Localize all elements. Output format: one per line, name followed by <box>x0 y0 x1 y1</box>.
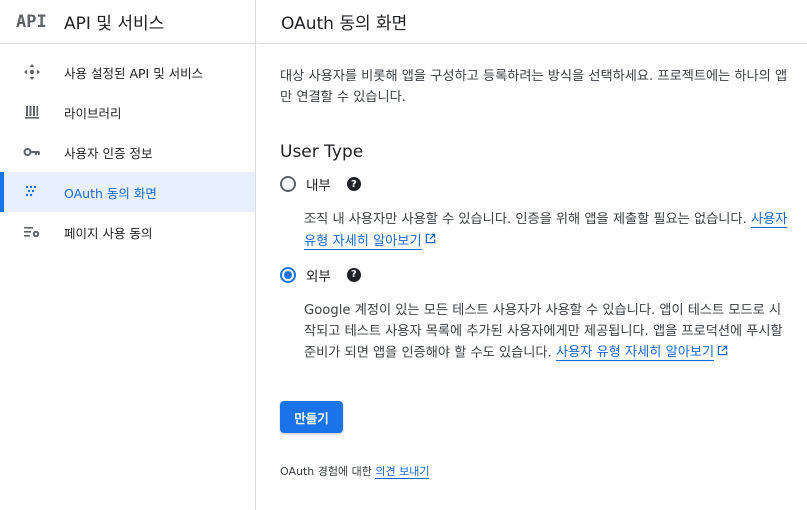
sidebar-item-library[interactable]: 라이브러리 <box>0 92 255 132</box>
option-external-label: 외부 <box>306 268 331 285</box>
page-title: OAuth 동의 화면 <box>257 0 807 44</box>
sidebar-item-label: 라이브러리 <box>64 105 122 121</box>
option-internal-description: 조직 내 사용자만 사용할 수 있습니다. 인증을 위해 앱을 제출할 필요는 … <box>304 209 788 252</box>
api-logo: API <box>16 11 47 32</box>
feedback-line: OAuth 경험에 대한 의견 보내기 <box>280 463 789 479</box>
create-button[interactable]: 만들기 <box>280 401 343 433</box>
radio-external[interactable] <box>280 266 296 283</box>
sidebar-item-label: 사용 설정된 API 및 서비스 <box>64 65 204 81</box>
help-icon[interactable]: ? <box>346 267 361 282</box>
option-internal-label: 내부 <box>306 178 331 194</box>
sidebar-header: API API 및 서비스 <box>0 0 255 44</box>
help-icon[interactable]: ? <box>346 177 361 191</box>
sidebar-nav: 사용 설정된 API 및 서비스 라이브러리 사용자 인증 정보 OAuth 동… <box>0 52 255 252</box>
sidebar-title: API 및 서비스 <box>64 14 165 34</box>
intro-text: 대상 사용자를 비롯해 앱을 구성하고 등록하려는 방식을 선택하세요. 프로젝… <box>280 69 788 105</box>
send-feedback-link[interactable]: 의견 보내기 <box>375 465 430 479</box>
learn-more-link[interactable]: 사용자 유형 자세히 알아보기 <box>555 345 715 361</box>
content: 대상 사용자를 비롯해 앱을 구성하고 등록하려는 방식을 선택하세요. 프로젝… <box>257 66 807 479</box>
consent-dots-icon <box>22 182 42 202</box>
settings-list-icon <box>22 222 42 242</box>
sidebar: API API 및 서비스 사용 설정된 API 및 서비스 라이브러리 사용자… <box>0 0 256 510</box>
sidebar-item-page-consent[interactable]: 페이지 사용 동의 <box>0 212 255 252</box>
radio-internal[interactable] <box>280 176 296 192</box>
description-text: 조직 내 사용자만 사용할 수 있습니다. 인증을 위해 앱을 제출할 필요는 … <box>304 212 747 227</box>
sidebar-item-label: 사용자 인증 정보 <box>64 145 153 161</box>
external-link-icon <box>425 230 436 251</box>
sidebar-item-enabled-apis[interactable]: 사용 설정된 API 및 서비스 <box>0 52 255 92</box>
key-icon <box>22 142 42 162</box>
sidebar-item-label: OAuth 동의 화면 <box>64 185 157 201</box>
feedback-prefix: OAuth 경험에 대한 <box>280 465 372 478</box>
sidebar-item-label: 페이지 사용 동의 <box>64 225 153 241</box>
option-internal[interactable]: 내부 ? <box>280 173 789 195</box>
option-external[interactable]: 외부 ? <box>280 264 789 286</box>
diamond-dots-icon <box>22 62 42 82</box>
option-external-description: Google 계정이 있는 모든 테스트 사용자가 사용할 수 있습니다. 앱이… <box>304 300 788 364</box>
external-link-icon <box>717 342 728 363</box>
sidebar-item-oauth-consent[interactable]: OAuth 동의 화면 <box>0 172 255 212</box>
library-icon <box>22 102 42 122</box>
sidebar-item-credentials[interactable]: 사용자 인증 정보 <box>0 132 255 172</box>
main-panel: OAuth 동의 화면 대상 사용자를 비롯해 앱을 구성하고 등록하려는 방식… <box>257 0 807 510</box>
user-type-heading: User Type <box>280 142 364 162</box>
